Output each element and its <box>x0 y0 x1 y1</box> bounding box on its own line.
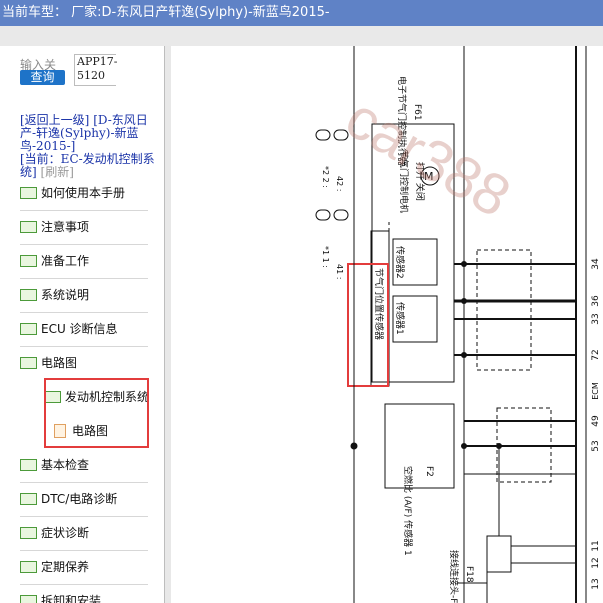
ecm-pin: 72 <box>591 349 601 360</box>
nav-item-manual[interactable]: 如何使用本手册 <box>20 181 125 205</box>
window-title-bar: 当前车型： 厂家:D-东风日产轩逸(Sylphy)-新蓝鸟2015- <box>0 0 603 26</box>
ecm-pin: 34 <box>591 258 601 270</box>
shield-box <box>476 249 532 371</box>
folder-icon <box>20 560 37 573</box>
folder-icon <box>20 186 37 199</box>
note-4: 42 : <box>335 176 344 191</box>
open-folder-icon <box>20 356 37 369</box>
junction-dot <box>496 443 502 449</box>
divider <box>20 312 148 313</box>
joint-label: 接线连接头-F01 <box>448 550 460 603</box>
note-3: *2 2 : <box>321 166 330 188</box>
ecm-pin: 36 <box>591 295 601 307</box>
diagram-viewer: M 34 36 33 72 49 53 11 12 13 ECM 电子节气门控制… <box>171 46 603 603</box>
circle-badge <box>315 129 331 141</box>
circle-badge <box>315 209 331 221</box>
af-sensor-box <box>384 403 455 489</box>
junction-dot <box>461 261 467 267</box>
nav-label: 如何使用本手册 <box>41 186 126 200</box>
nav-item-precautions[interactable]: 注意事项 <box>20 215 89 239</box>
breadcrumb: [返回上一级] [D-东风日产-轩逸(Sylphy)-新蓝鸟-2015-] [当… <box>20 114 160 179</box>
junction-dot <box>461 352 467 358</box>
divider <box>20 278 148 279</box>
toolbar-strip <box>0 26 603 46</box>
folder-icon <box>20 458 37 471</box>
joint-code: F18 <box>464 566 474 583</box>
nav-label: 拆卸和安装 <box>41 594 102 603</box>
nav-label: 定期保养 <box>41 560 90 574</box>
divider <box>20 210 148 211</box>
junction-dot <box>461 298 467 304</box>
nav-label: ECU 诊断信息 <box>41 322 118 336</box>
highlight-box <box>44 378 149 448</box>
ecm-label: ECM <box>591 382 600 400</box>
nav-item-maintenance[interactable]: 定期保养 <box>20 555 89 579</box>
nav-label: 注意事项 <box>41 220 90 234</box>
folder-icon <box>20 322 37 335</box>
ecm-pin: 11 <box>591 540 601 551</box>
ecm-pin: 33 <box>591 313 601 324</box>
divider <box>20 346 148 347</box>
divider <box>20 550 148 551</box>
divider <box>20 584 148 585</box>
note-2: 41 : <box>335 264 344 279</box>
junction-dot <box>461 443 467 449</box>
joint-connector-box <box>486 535 512 573</box>
nav-item-wiring-diagram[interactable]: 电路图 <box>20 351 77 375</box>
folder-icon <box>20 492 37 505</box>
folder-icon <box>20 526 37 539</box>
ecm-pin: 53 <box>591 440 601 451</box>
nav-label: 基本检查 <box>41 458 90 472</box>
nav-label: 症状诊断 <box>41 526 90 540</box>
nav-item-basic-inspection[interactable]: 基本检查 <box>20 453 89 477</box>
nav-item-preparation[interactable]: 准备工作 <box>20 249 89 273</box>
af-sensor-label: 空燃比 (A/F) 传感器 1 <box>402 466 414 556</box>
note-1: *1 1 : <box>321 246 330 268</box>
junction-dot <box>350 442 358 450</box>
ecm-pin: 12 <box>591 557 601 568</box>
nav-item-system-description[interactable]: 系统说明 <box>20 283 89 307</box>
nav-label: 系统说明 <box>41 288 90 302</box>
folder-icon <box>20 220 37 233</box>
refresh-link[interactable]: [刷新] <box>41 165 74 179</box>
circle-badge <box>333 209 349 221</box>
nav-label: 电路图 <box>41 356 78 370</box>
divider <box>20 516 148 517</box>
folder-icon <box>20 288 37 301</box>
search-input[interactable]: APP17-5120 <box>74 54 117 86</box>
sensor1-label: 传感器1 <box>394 302 406 335</box>
nav-item-removal[interactable]: 拆卸和安装 <box>20 589 101 603</box>
back-link[interactable]: [返回上一级] <box>20 113 89 127</box>
nav-item-dtc[interactable]: DTC/电路诊断 <box>20 487 117 511</box>
divider <box>20 244 148 245</box>
sensor-label: 节气门位置传感器 <box>373 268 385 340</box>
sensor2-label: 传感器2 <box>394 246 406 279</box>
window-title: 当前车型： 厂家:D-东风日产轩逸(Sylphy)-新蓝鸟2015- <box>2 5 330 20</box>
divider <box>20 482 148 483</box>
folder-icon <box>20 254 37 267</box>
search-button[interactable]: 查询 <box>20 70 65 85</box>
ecm-pin: 49 <box>591 415 601 427</box>
sidebar: 输入关 查询 APP17-5120 [返回上一级] [D-东风日产-轩逸(Syl… <box>0 46 164 603</box>
splitter[interactable] <box>164 46 171 603</box>
nav-label: 准备工作 <box>41 254 90 268</box>
nav-item-symptom[interactable]: 症状诊断 <box>20 521 89 545</box>
nav-label: DTC/电路诊断 <box>41 492 118 506</box>
folder-icon <box>20 594 37 603</box>
nav-item-ecu-diagnosis[interactable]: ECU 诊断信息 <box>20 317 118 341</box>
af-connector: F2 <box>424 466 434 477</box>
ecm-pin: 13 <box>591 578 601 589</box>
